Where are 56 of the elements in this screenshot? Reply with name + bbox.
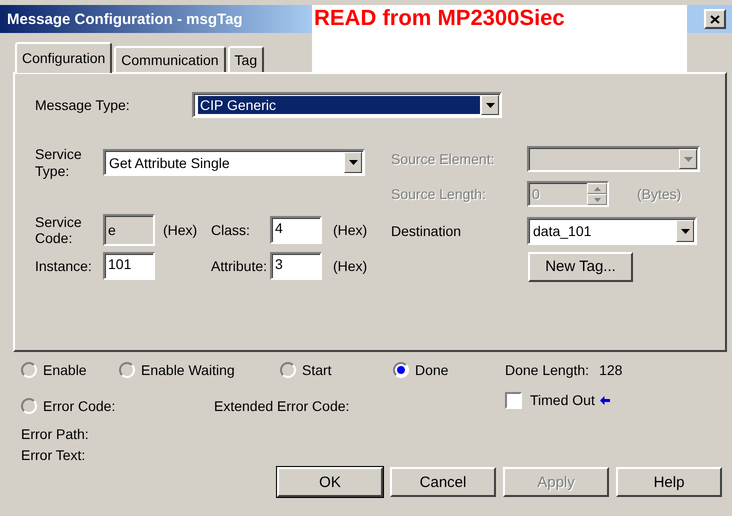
field-label: Done Length:: [505, 362, 590, 378]
checkbox[interactable]: [505, 392, 522, 408]
field-label: Instance:: [35, 258, 93, 274]
field-label: Destination: [391, 222, 462, 240]
field-label: Attribute:: [211, 258, 268, 274]
radio-label: Start: [302, 362, 332, 378]
tab[interactable]: Tag: [228, 46, 264, 72]
instance-field[interactable]: 101: [103, 252, 155, 280]
field-label: Source Element:: [391, 150, 496, 168]
up-arrow-icon: [594, 186, 600, 190]
unit-label: (Hex): [332, 258, 368, 274]
checkbox-label: Timed Out: [530, 392, 595, 408]
radio-button[interactable]: [21, 362, 37, 378]
new-tag-button[interactable]: New Tag...: [528, 252, 633, 282]
unit-label: (Bytes): [636, 186, 682, 202]
window-title: Message Configuration - msgTag: [0, 5, 312, 33]
tab[interactable]: Communication: [114, 46, 226, 72]
radio-button[interactable]: [119, 362, 135, 378]
service-type-dropdown[interactable]: Get Attribute Single: [103, 149, 365, 176]
field-label: Message Type:: [35, 96, 131, 114]
radio-button[interactable]: [280, 362, 296, 378]
radio-button[interactable]: [393, 362, 409, 378]
field-label: Service Code:: [35, 214, 83, 248]
source-length-spinner: 0: [527, 181, 609, 207]
tab[interactable]: Configuration: [15, 42, 112, 73]
unit-label: (Hex): [332, 222, 368, 238]
unit-label: (Hex): [162, 222, 198, 238]
radio-label: Enable Waiting: [141, 362, 235, 378]
field-label: Extended Error Code:: [214, 398, 350, 414]
class-field[interactable]: 4: [270, 216, 322, 244]
dialog-button[interactable]: Cancel: [390, 467, 496, 498]
radio-button[interactable]: [21, 398, 37, 414]
close-icon: [710, 14, 720, 24]
down-arrow-icon: [594, 198, 600, 202]
attribute-field[interactable]: 3: [270, 252, 322, 280]
caret-icon: [348, 160, 358, 166]
radio-label: Error Code:: [43, 398, 116, 414]
arrow-icon: [600, 396, 610, 404]
radio-label: Enable: [43, 362, 87, 378]
field-label: Service Type:: [35, 146, 83, 180]
field-label: Class:: [211, 222, 251, 238]
field-value: 128: [599, 362, 622, 378]
annotation-text: READ from MP2300Siec: [312, 5, 687, 72]
service-code-field: e: [103, 214, 155, 246]
field-label: Error Path:: [21, 426, 90, 442]
close-button[interactable]: [704, 9, 726, 29]
dialog-button[interactable]: Help: [616, 467, 722, 498]
radio-label: Done: [415, 362, 448, 378]
dialog-button[interactable]: OK: [277, 467, 383, 498]
message-type-dropdown[interactable]: CIP Generic: [192, 92, 502, 118]
field-label: Error Text:: [21, 447, 86, 464]
caret-icon: [684, 156, 692, 162]
caret-icon: [680, 228, 690, 234]
caret-icon: [486, 102, 494, 108]
field-label: Source Length:: [391, 186, 487, 202]
destination-dropdown[interactable]: data_101: [527, 217, 697, 245]
